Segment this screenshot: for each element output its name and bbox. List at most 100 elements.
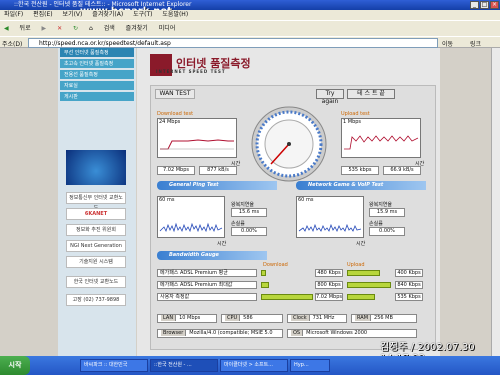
start-button[interactable]: 시작 bbox=[0, 356, 30, 375]
promo-globe-image[interactable] bbox=[66, 150, 126, 185]
ping-rtt-label: 왕복지연율 bbox=[231, 202, 255, 208]
search-button[interactable]: 검색 bbox=[104, 25, 115, 32]
download-gauge-bar bbox=[261, 294, 313, 300]
window-titlebar: ::한국 전산원 - 인터넷 품질 테스트:: - Microsoft Inte… bbox=[0, 0, 500, 10]
speed-gauge-dial bbox=[251, 106, 327, 182]
voip-test-header: Network Game & VoIP Test bbox=[296, 181, 426, 190]
address-input[interactable] bbox=[28, 38, 438, 48]
browser-label: Browser bbox=[161, 330, 187, 336]
back-button[interactable]: 뒤로 bbox=[20, 25, 31, 32]
download-kbs: 877 kB/s bbox=[199, 166, 237, 175]
nav-item-broadband[interactable]: 초고속 인터넷 품질측정 bbox=[60, 59, 134, 69]
lan-value: 10 Mbps bbox=[179, 315, 201, 321]
taskbar-item-nca[interactable]: ::한국 전산원 - ... bbox=[150, 359, 218, 372]
speedtest-panel: WAN TEST Try again 테 스 트 끝 Download test… bbox=[150, 85, 436, 350]
os-label: OS bbox=[291, 330, 304, 336]
nav-item-wireless[interactable]: 무선 인터넷 품질측정 bbox=[60, 48, 134, 58]
ping-time-label: 시간 bbox=[217, 241, 227, 247]
download-mbps: 7.02 Mbps bbox=[157, 166, 195, 175]
voip-time-label: 시간 bbox=[356, 241, 366, 247]
voip-loss-value: 0.00% bbox=[369, 227, 405, 236]
nav-item-archive[interactable]: 자료실 bbox=[60, 81, 134, 91]
taskbar-item-software[interactable]: 마이클더넷 > 소프트... bbox=[220, 359, 288, 372]
ping-ymax: 60 ms bbox=[159, 197, 175, 203]
lan-spec: LAN 10 Mbps bbox=[157, 314, 217, 323]
tab-wan-test[interactable]: WAN TEST bbox=[155, 89, 195, 99]
ram-value: 256 MB bbox=[374, 315, 393, 321]
links-button[interactable]: 링크 bbox=[470, 39, 481, 48]
menubar: 파일(F) 편집(E) 보기(V) 즐겨찾기(A) 도구(T) 도움말(H) bbox=[0, 10, 500, 20]
browser-spec: Browser Mozilla/4.0 (compatible; MSIE 5.0 bbox=[157, 329, 283, 338]
refresh-icon[interactable]: ↻ bbox=[73, 25, 78, 32]
download-gauge-value: 7.02 Mbps bbox=[315, 293, 343, 301]
bandwidth-row-label: 메가패스 ADSL Premium 평균 bbox=[157, 269, 257, 277]
cpu-label: CPU bbox=[225, 315, 241, 321]
taskbar-item-hyp[interactable]: Hyp... bbox=[290, 359, 330, 372]
os-spec: OS Microsoft Windows 2000 bbox=[287, 329, 417, 338]
download-gauge-bar bbox=[261, 282, 269, 288]
upload-gauge-value: 840 Kbps bbox=[395, 281, 423, 289]
menu-favorites[interactable]: 즐겨찾기(A) bbox=[92, 11, 123, 18]
banner-kix[interactable]: 한국 인터넷 교환노드 bbox=[66, 276, 126, 288]
upload-gauge-bar bbox=[347, 270, 380, 276]
upload-legend: Upload bbox=[347, 262, 365, 268]
download-legend: Download bbox=[263, 262, 288, 268]
lan-label: LAN bbox=[161, 315, 177, 321]
address-bar: 주소(D) 이동 링크 bbox=[0, 36, 500, 48]
nav-item-board[interactable]: 게시판 bbox=[60, 92, 134, 102]
taskbar-item-bcpark[interactable]: 바씨파크 :: 대한민국 bbox=[80, 359, 148, 372]
ping-loss-value: 0.00% bbox=[231, 227, 267, 236]
voip-ymax: 60 ms bbox=[298, 197, 314, 203]
favorites-button[interactable]: 즐겨찾기 bbox=[126, 25, 148, 32]
close-button[interactable]: × bbox=[490, 1, 499, 9]
forward-icon[interactable]: ▶ bbox=[42, 25, 47, 32]
bandwidth-row-label: 사용자 측정값 bbox=[157, 293, 257, 301]
browser-value: Mozilla/4.0 (compatible; MSIE 5.0 bbox=[189, 330, 273, 336]
banner-exchange-node[interactable]: 정보통신부 인터넷 교환노드 bbox=[66, 192, 126, 211]
bandwidth-gauge-header: Bandwidth Gauge bbox=[157, 251, 267, 260]
upload-gauge-bar bbox=[347, 294, 375, 300]
upload-kbs: 66.9 kB/s bbox=[383, 166, 421, 175]
minimize-button[interactable]: _ bbox=[470, 1, 479, 9]
menu-help[interactable]: 도움말(H) bbox=[162, 11, 188, 18]
cpu-value: 586 bbox=[243, 315, 253, 321]
banner-tech-support[interactable]: 기술지원 시스템 bbox=[66, 256, 126, 268]
back-icon[interactable]: ◀ bbox=[4, 25, 9, 32]
ping-loss-label: 손실률 bbox=[231, 221, 245, 227]
ram-label: RAM bbox=[355, 315, 372, 321]
banner-phone: 고장 (02) 737-9898 bbox=[66, 294, 126, 306]
clock-value: 731 MHz bbox=[312, 315, 335, 321]
clock-label: Clock bbox=[291, 315, 310, 321]
voip-loss-label: 손실률 bbox=[369, 221, 383, 227]
banner-6kanet[interactable]: 6KANET bbox=[66, 208, 126, 220]
upload-kbps: 535 kbps bbox=[341, 166, 379, 175]
menu-edit[interactable]: 편집(E) bbox=[33, 11, 53, 18]
maximize-button[interactable]: □ bbox=[480, 1, 489, 9]
download-title: Download test bbox=[157, 111, 194, 117]
banner-ngi[interactable]: NGI Next Generation bbox=[66, 240, 126, 252]
vertical-scrollbar[interactable] bbox=[491, 48, 500, 356]
bandwidth-row-label: 메가패스 ADSL Premium 최대값 bbox=[157, 281, 257, 289]
menu-file[interactable]: 파일(F) bbox=[4, 11, 23, 18]
stop-icon[interactable]: ✕ bbox=[57, 25, 62, 32]
address-label: 주소(D) bbox=[2, 41, 23, 48]
nav-item-leased-line[interactable]: 전용선 품질측정 bbox=[60, 70, 134, 80]
ping-rtt-value: 15.6 ms bbox=[231, 208, 267, 217]
voip-rtt-value: 15.9 ms bbox=[369, 208, 405, 217]
download-gauge-value: 480 Kbps bbox=[315, 269, 343, 277]
test-end-button[interactable]: 테 스 트 끝 bbox=[347, 89, 395, 99]
menu-view[interactable]: 보기(V) bbox=[63, 11, 83, 18]
media-button[interactable]: 미디어 bbox=[159, 25, 176, 32]
try-again-button[interactable]: Try again bbox=[316, 89, 344, 105]
cpu-spec: CPU 586 bbox=[221, 314, 283, 323]
upload-gauge-value: 400 Kbps bbox=[395, 269, 423, 277]
clock-spec: Clock 731 MHz bbox=[287, 314, 347, 323]
page-subtitle: INTERNET SPEED TEST bbox=[156, 69, 226, 74]
upload-ymax: 1 Mbps bbox=[343, 119, 362, 125]
go-button[interactable]: 이동 bbox=[442, 39, 453, 48]
menu-tools[interactable]: 도구(T) bbox=[133, 11, 152, 18]
banner-committee[interactable]: 정보화 추진 위원회 bbox=[66, 224, 126, 236]
upload-gauge-bar bbox=[347, 282, 391, 288]
home-icon[interactable]: ⌂ bbox=[89, 25, 93, 32]
upload-gauge-value: 535 Kbps bbox=[395, 293, 423, 301]
